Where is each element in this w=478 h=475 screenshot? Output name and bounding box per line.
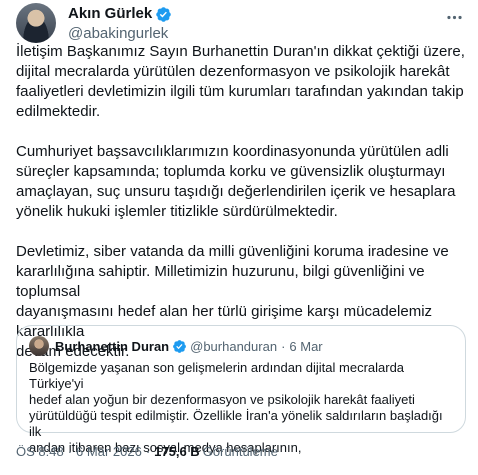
quoted-tweet-header: Burhanettin Duran @burhanduran · 6 Mar xyxy=(29,336,323,356)
quoted-author-handle: @burhanduran xyxy=(190,338,278,354)
quoted-date[interactable]: 6 Mar xyxy=(289,339,322,354)
author-avatar[interactable] xyxy=(16,3,56,43)
post-date[interactable]: 6 Mar 2026 xyxy=(76,444,142,460)
more-horizontal-icon xyxy=(446,15,462,19)
views-count[interactable]: 175,6 B xyxy=(154,444,200,460)
tweet: Akın Gürlek @abakingurlek İletişim Başka… xyxy=(0,0,478,475)
author-handle[interactable]: @abakingurlek xyxy=(68,25,172,43)
quoted-separator: · xyxy=(281,338,286,354)
quoted-tweet-text: Bölgemizde yaşanan son gelişmelerin ardı… xyxy=(29,360,443,455)
author-info: Akın Gürlek @abakingurlek xyxy=(68,5,172,43)
post-time[interactable]: ÖS 8:48 xyxy=(16,444,64,460)
more-options-button[interactable] xyxy=(442,7,466,27)
quoted-author-avatar xyxy=(29,336,49,356)
quoted-tweet[interactable]: Burhanettin Duran @burhanduran · 6 Mar B… xyxy=(16,325,466,455)
meta-separator-2: · xyxy=(145,444,151,459)
quoted-author-name: Burhanettin Duran xyxy=(55,338,170,354)
author-name-row: Akın Gürlek xyxy=(68,5,172,23)
verified-badge-icon xyxy=(173,339,187,353)
tweet-meta: ÖS 8:48 · 6 Mar 2026 · 175,6 B Görüntüle… xyxy=(16,444,278,460)
author-name[interactable]: Akın Gürlek xyxy=(68,5,152,23)
tweet-paragraph-1: İletişim Başkanımız Sayın Burhanettin Du… xyxy=(16,43,465,120)
verified-badge-icon xyxy=(156,6,171,22)
tweet-paragraph-2: Cumhuriyet başsavcılıklarımızın koordina… xyxy=(16,143,456,220)
tweet-header: Akın Gürlek @abakingurlek xyxy=(16,3,466,43)
meta-separator: · xyxy=(67,444,73,459)
views-label: Görüntüleme xyxy=(202,444,278,459)
